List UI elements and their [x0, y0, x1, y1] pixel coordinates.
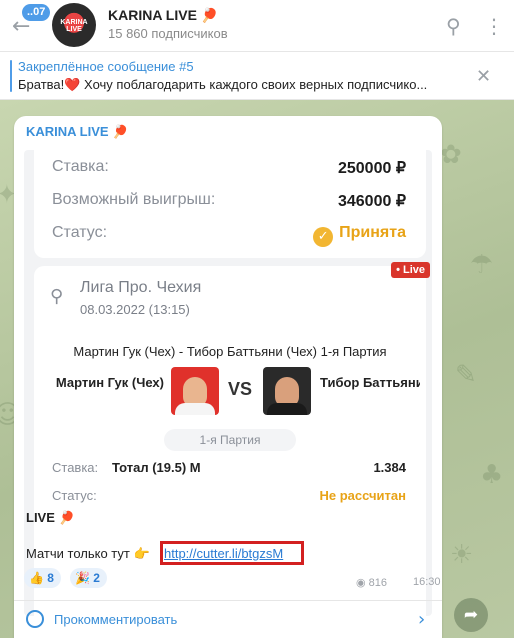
- comment-bubble-icon: [26, 610, 44, 628]
- bet-type: Тотал (19.5) М: [112, 460, 201, 475]
- channel-title-text: KARINA LIVE: [108, 7, 197, 23]
- doodle-icon: ☀: [450, 540, 474, 570]
- status-label: Статус:: [52, 224, 108, 241]
- event-date: 08.03.2022 (13:15): [80, 302, 190, 317]
- bet-label: Ставка:: [52, 460, 99, 475]
- caption-line-1: LIVE 🏓: [26, 510, 75, 525]
- subscriber-count: 15 860 подписчиков: [108, 26, 228, 41]
- player1-shirt: [175, 403, 215, 415]
- avatar-logo-text: KARINA LIVE: [60, 19, 88, 33]
- doodle-icon: ♣: [480, 460, 504, 490]
- comment-label: Прокомментировать: [54, 612, 178, 627]
- status-accepted-text: Принята: [339, 224, 406, 241]
- win-value: 346000 ₽: [337, 193, 406, 210]
- reaction-count: 8: [47, 571, 54, 585]
- stake-label: Ставка:: [52, 158, 109, 175]
- player1-name: Мартин Гук (Чех): [55, 375, 164, 390]
- share-button[interactable]: ➦: [454, 598, 488, 632]
- win-label: Возможный выигрыш:: [52, 191, 216, 208]
- stake-value: 250000 ₽: [337, 160, 406, 177]
- bet-summary-card: Ставка: 250000 ₽ Возможный выигрыш: 3460…: [34, 150, 426, 258]
- event-status-value: Не рассчитан: [319, 488, 406, 503]
- post-time: 16:30: [413, 576, 441, 588]
- live-badge: • Live: [391, 262, 430, 278]
- match-title: Мартин Гук (Чех) - Тибор Баттьяни (Чех) …: [73, 344, 387, 359]
- post-sender-name: KARINA LIVE: [26, 124, 109, 139]
- more-options-icon[interactable]: ⋮: [484, 14, 504, 38]
- doodle-icon: ✿: [440, 140, 462, 170]
- view-count-text: 816: [368, 577, 388, 589]
- status-accepted: ✓ Принята: [313, 224, 406, 247]
- chevron-right-icon: ›: [418, 609, 426, 630]
- search-icon[interactable]: ⚲: [446, 14, 461, 38]
- post-sender[interactable]: KARINA LIVE 🏓: [26, 124, 128, 140]
- vs-label: VS: [228, 379, 253, 399]
- player2-photo: [263, 367, 311, 415]
- player2-name: Тибор Баттьяни (Ч...: [320, 375, 420, 390]
- doodle-icon: ✎: [455, 360, 477, 390]
- player1-photo: [171, 367, 219, 415]
- avatar[interactable]: KARINA LIVE: [52, 3, 96, 47]
- pinned-message-bar[interactable]: Закреплённое сообщение #5 Братва!❤️ Хочу…: [0, 52, 514, 100]
- table-tennis-icon: ⚲: [50, 286, 64, 307]
- referral-link[interactable]: http://cutter.li/btgzsM: [164, 546, 283, 561]
- league-name: Лига Про. Чехия: [80, 279, 202, 296]
- caption-line-2: Матчи только тут 👉: [26, 546, 150, 561]
- comment-button[interactable]: Прокомментировать ›: [14, 600, 442, 638]
- pinned-title: Закреплённое сообщение #5: [18, 59, 194, 74]
- player2-shirt: [267, 403, 307, 415]
- period-pill: 1-я Партия: [164, 429, 296, 451]
- doodle-icon: ☂: [470, 250, 494, 280]
- view-count: ◉ 816: [356, 576, 387, 589]
- pinned-list-icon[interactable]: ✕: [476, 66, 491, 87]
- reaction-count: 2: [93, 571, 100, 585]
- reaction-party[interactable]: 🎉 2: [70, 568, 107, 588]
- channel-post: KARINA LIVE 🏓 Ставка: 250000 ₽ Возможный…: [14, 116, 442, 638]
- chat-header: ← ..07 KARINA LIVE KARINA LIVE 🏓 15 860 …: [0, 0, 514, 52]
- ping-pong-emoji: 🏓: [200, 8, 219, 24]
- unread-badge: ..07: [22, 4, 51, 21]
- share-arrow-icon: ➦: [463, 605, 479, 625]
- channel-title[interactable]: KARINA LIVE 🏓: [108, 7, 218, 24]
- party-popper-icon: 🎉: [75, 571, 90, 585]
- bet-odds: 1.384: [373, 460, 406, 475]
- event-status-label: Статус:: [52, 488, 97, 503]
- check-circle-icon: ✓: [313, 227, 334, 247]
- thumbs-up-icon: 👍: [29, 571, 44, 585]
- ping-pong-emoji: 🏓: [112, 125, 129, 140]
- eye-icon: ◉: [356, 576, 366, 589]
- reaction-thumbs-up[interactable]: 👍 8: [24, 568, 61, 588]
- pinned-indicator: [10, 60, 12, 92]
- pinned-text: Братва!❤️ Хочу поблагодарить каждого сво…: [18, 77, 428, 92]
